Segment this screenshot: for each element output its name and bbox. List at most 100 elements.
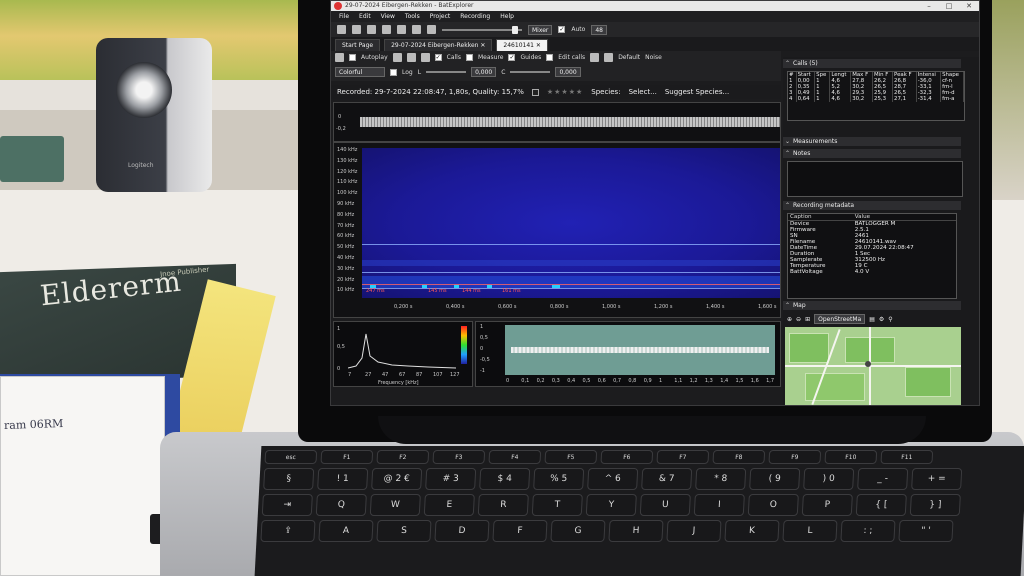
keyboard-key: F4 <box>488 450 542 464</box>
tab-recording[interactable]: 24610141 ✕ <box>496 39 548 51</box>
calls-panel-header[interactable]: ⌃ Calls (5) <box>783 59 961 68</box>
expand-icon[interactable]: ⌄ <box>785 137 790 146</box>
metadata-panel-header[interactable]: ⌃ Recording metadata <box>783 201 961 210</box>
tab-start-page[interactable]: Start Page <box>335 39 381 51</box>
calls-table[interactable]: # Start Spe Lengt Max F Min F Peak F Intensi Sha… <box>787 71 965 121</box>
log-checkbox[interactable] <box>390 68 397 76</box>
save-icon[interactable] <box>397 25 406 34</box>
map-view[interactable] <box>785 327 961 405</box>
map-panel-header[interactable]: ⌃ Map <box>783 301 961 310</box>
bat-icon[interactable] <box>352 25 361 34</box>
home-icon[interactable] <box>337 25 346 34</box>
oscillogram-y-tick: -1 <box>480 368 485 374</box>
menu-edit[interactable]: Edit <box>359 11 371 22</box>
frequency-axis-label: 50 kHz <box>337 244 355 251</box>
keyboard: esc F1 F2 F3 F4 F5 F6 F7 F8 F9 F10 F11 §! 1 @ 2 € # 3… <box>254 446 1024 576</box>
palette-select[interactable]: Colorful <box>335 67 385 77</box>
time-axis-label: 1,000 s <box>602 304 621 310</box>
notes-panel-header[interactable]: ⌃ Notes <box>783 149 961 158</box>
keyboard-key: S <box>376 520 432 542</box>
metadata-table: Caption Value Device BATLOGGER M Firmware 2… <box>787 213 957 299</box>
handwritten-note: ram 06RM <box>3 416 64 433</box>
zoom-fit-icon[interactable]: ⊞ <box>805 316 810 323</box>
volume-slider[interactable] <box>442 25 522 34</box>
collapse-icon[interactable]: ⌃ <box>785 201 790 210</box>
measure-checkbox[interactable] <box>465 54 473 61</box>
keyboard-key: F1 <box>320 450 374 464</box>
spectrum-x-tick: 127 <box>450 372 460 378</box>
frequency-spectrum[interactable]: 1 0,5 0 7 27 47 67 87 107 127 Frequency [kHz] <box>333 321 473 387</box>
zoom-in-icon[interactable]: ⊕ <box>787 316 792 323</box>
collapse-icon[interactable]: ⌃ <box>785 149 790 158</box>
auto-checkbox[interactable]: ✓ <box>558 26 566 33</box>
log-label: Log <box>402 68 413 76</box>
collapse-icon[interactable]: ⌃ <box>785 301 790 310</box>
zoom-in-icon[interactable] <box>392 53 402 62</box>
spectrogram[interactable]: 247 ms 145 ms 144 ms 161 ms <box>362 148 780 298</box>
select-species-button[interactable]: Select... <box>629 88 657 96</box>
notes-textarea[interactable] <box>787 161 963 197</box>
maximize-button[interactable]: □ <box>939 1 959 11</box>
volume-slider-handle[interactable] <box>512 25 518 34</box>
measurements-panel-header[interactable]: ⌄ Measurements <box>783 137 961 146</box>
oscillogram-x-tick: 1,3 <box>704 378 713 384</box>
export-icon[interactable]: ▤ <box>869 316 875 323</box>
autoplay-checkbox[interactable] <box>349 54 356 61</box>
zoom-out-icon[interactable]: ⊖ <box>796 316 801 323</box>
c-value-field[interactable]: 0,000 <box>555 67 581 77</box>
settings-icon[interactable]: ⚙ <box>879 316 884 323</box>
menu-view[interactable]: View <box>381 11 395 22</box>
guides-checkbox[interactable]: ✓ <box>508 54 516 61</box>
overview-waveform[interactable]: 0 -0,2 <box>333 102 781 142</box>
keyboard-key: A <box>318 520 374 542</box>
minimize-button[interactable]: – <box>919 1 939 11</box>
spectrum-y-tick: 0 <box>337 366 341 372</box>
rating-stars[interactable]: ★★★★★ <box>547 88 583 96</box>
location-marker-icon[interactable] <box>865 361 871 367</box>
side-panels: ⌃ Calls (5) # Start Spe Lengt Max F Min F Peak… <box>783 57 979 405</box>
favorite-checkbox[interactable] <box>531 88 539 96</box>
table-row[interactable]: 4 0,64 1 4,6 30,2 25,3 27,1 -31,4 fm-a <box>788 96 964 102</box>
keyboard-key: F3 <box>432 450 486 464</box>
spectrum-x-tick: 107 <box>433 372 443 378</box>
output-select[interactable]: Mixer <box>528 24 553 35</box>
calls-checkbox[interactable]: ✓ <box>434 54 442 61</box>
map-provider-select[interactable]: OpenStreetMa <box>814 314 866 324</box>
open-folder-icon[interactable] <box>382 25 391 34</box>
c-slider[interactable] <box>510 71 551 73</box>
play-icon[interactable] <box>412 25 421 34</box>
collapse-icon[interactable]: ⌃ <box>785 59 790 68</box>
oscillogram-x-tick: 0,9 <box>643 378 652 384</box>
menu-project[interactable]: Project <box>430 11 451 22</box>
zoom-out-icon[interactable] <box>406 53 416 62</box>
menu-tools[interactable]: Tools <box>405 11 420 22</box>
close-button[interactable]: ✕ <box>959 1 979 11</box>
oscillogram-x-tick: 0 <box>506 378 510 384</box>
menu-help[interactable]: Help <box>500 11 514 22</box>
menu-recording[interactable]: Recording <box>460 11 490 22</box>
keyboard-key: G <box>550 520 606 542</box>
location-pin-icon[interactable]: ⚲ <box>888 316 892 323</box>
oscillogram-x-tick: 1,4 <box>720 378 729 384</box>
back-arrow-icon[interactable] <box>590 53 600 62</box>
l-value-field[interactable]: 0,000 <box>471 67 497 77</box>
l-slider[interactable] <box>426 71 467 73</box>
oscillogram[interactable] <box>505 325 775 375</box>
speaker-brand: Logitech <box>128 162 154 169</box>
suggest-species-button[interactable]: Suggest Species... <box>665 88 729 96</box>
noise-label[interactable]: Noise <box>645 54 662 61</box>
edit-calls-checkbox[interactable] <box>546 54 554 61</box>
new-file-icon[interactable] <box>367 25 376 34</box>
keyboard-key: F7 <box>656 450 710 464</box>
volume-icon[interactable] <box>427 25 436 34</box>
view-toolbar: Autoplay ✓ Calls Measure ✓ Guides Edit c… <box>331 51 781 81</box>
auto-value-field[interactable]: 48 <box>591 24 607 35</box>
default-label[interactable]: Default <box>618 54 640 61</box>
zoom-fit-icon[interactable] <box>420 53 430 62</box>
menu-file[interactable]: File <box>339 11 349 22</box>
keyboard-key: ! 1 <box>317 468 369 490</box>
tab-project[interactable]: 29-07-2024 Eibergen-Rekken ✕ <box>384 39 493 51</box>
forward-arrow-icon[interactable] <box>604 53 614 62</box>
pointer-icon[interactable] <box>335 53 344 62</box>
window-title: 29-07-2024 Eibergen-Rekken - BatExplorer <box>345 2 474 9</box>
